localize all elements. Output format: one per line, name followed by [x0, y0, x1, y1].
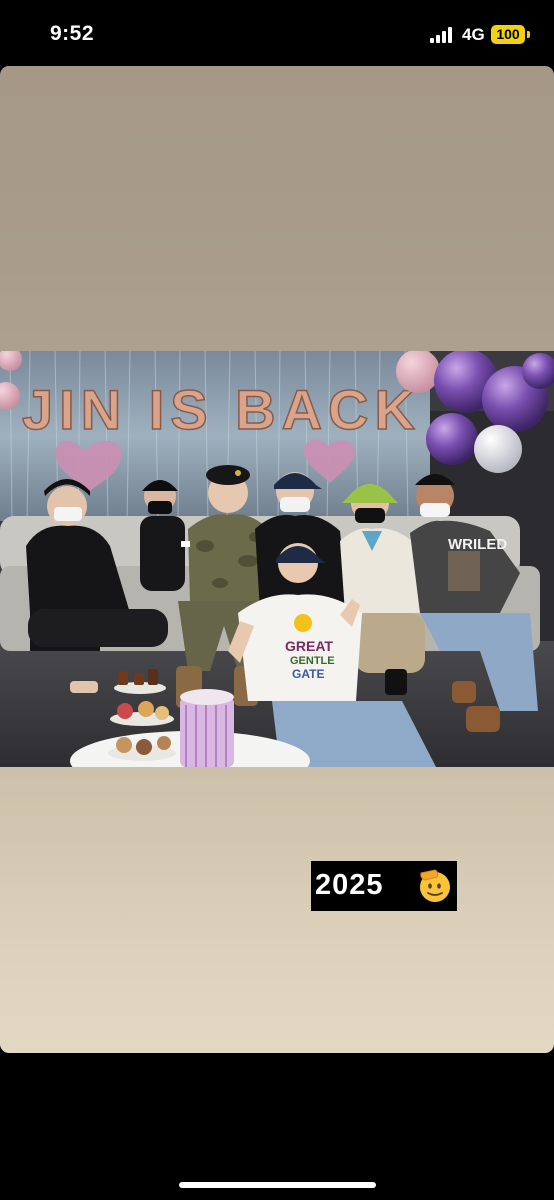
network-type: 4G [462, 25, 485, 44]
status-bar: 9:52 4G 100 [0, 0, 554, 66]
story-card[interactable]: JIN IS BACK WRILED GREAT GENTLE GATE 202… [0, 66, 554, 1053]
year-text: 2025 [315, 869, 384, 901]
banner-text: JIN IS BACK [22, 378, 421, 441]
shirt-text-gentle: GENTLE [290, 655, 335, 667]
story-photo: JIN IS BACK WRILED GREAT GENTLE GATE [0, 351, 554, 767]
battery-level: 100 [496, 26, 520, 42]
battery-icon: 100 [491, 25, 525, 44]
shirt-print-text: WRILED [448, 536, 507, 553]
shirt-text-great: GREAT [285, 638, 333, 654]
battery-tip [527, 31, 530, 38]
home-indicator[interactable] [179, 1182, 376, 1188]
clock-time: 9:52 [50, 22, 95, 45]
year-sticker[interactable]: 2025 [311, 861, 457, 911]
shirt-text-gate: GATE [292, 667, 324, 681]
cellular-signal-icon [430, 27, 454, 43]
saluting-face-emoji-icon [420, 869, 450, 902]
